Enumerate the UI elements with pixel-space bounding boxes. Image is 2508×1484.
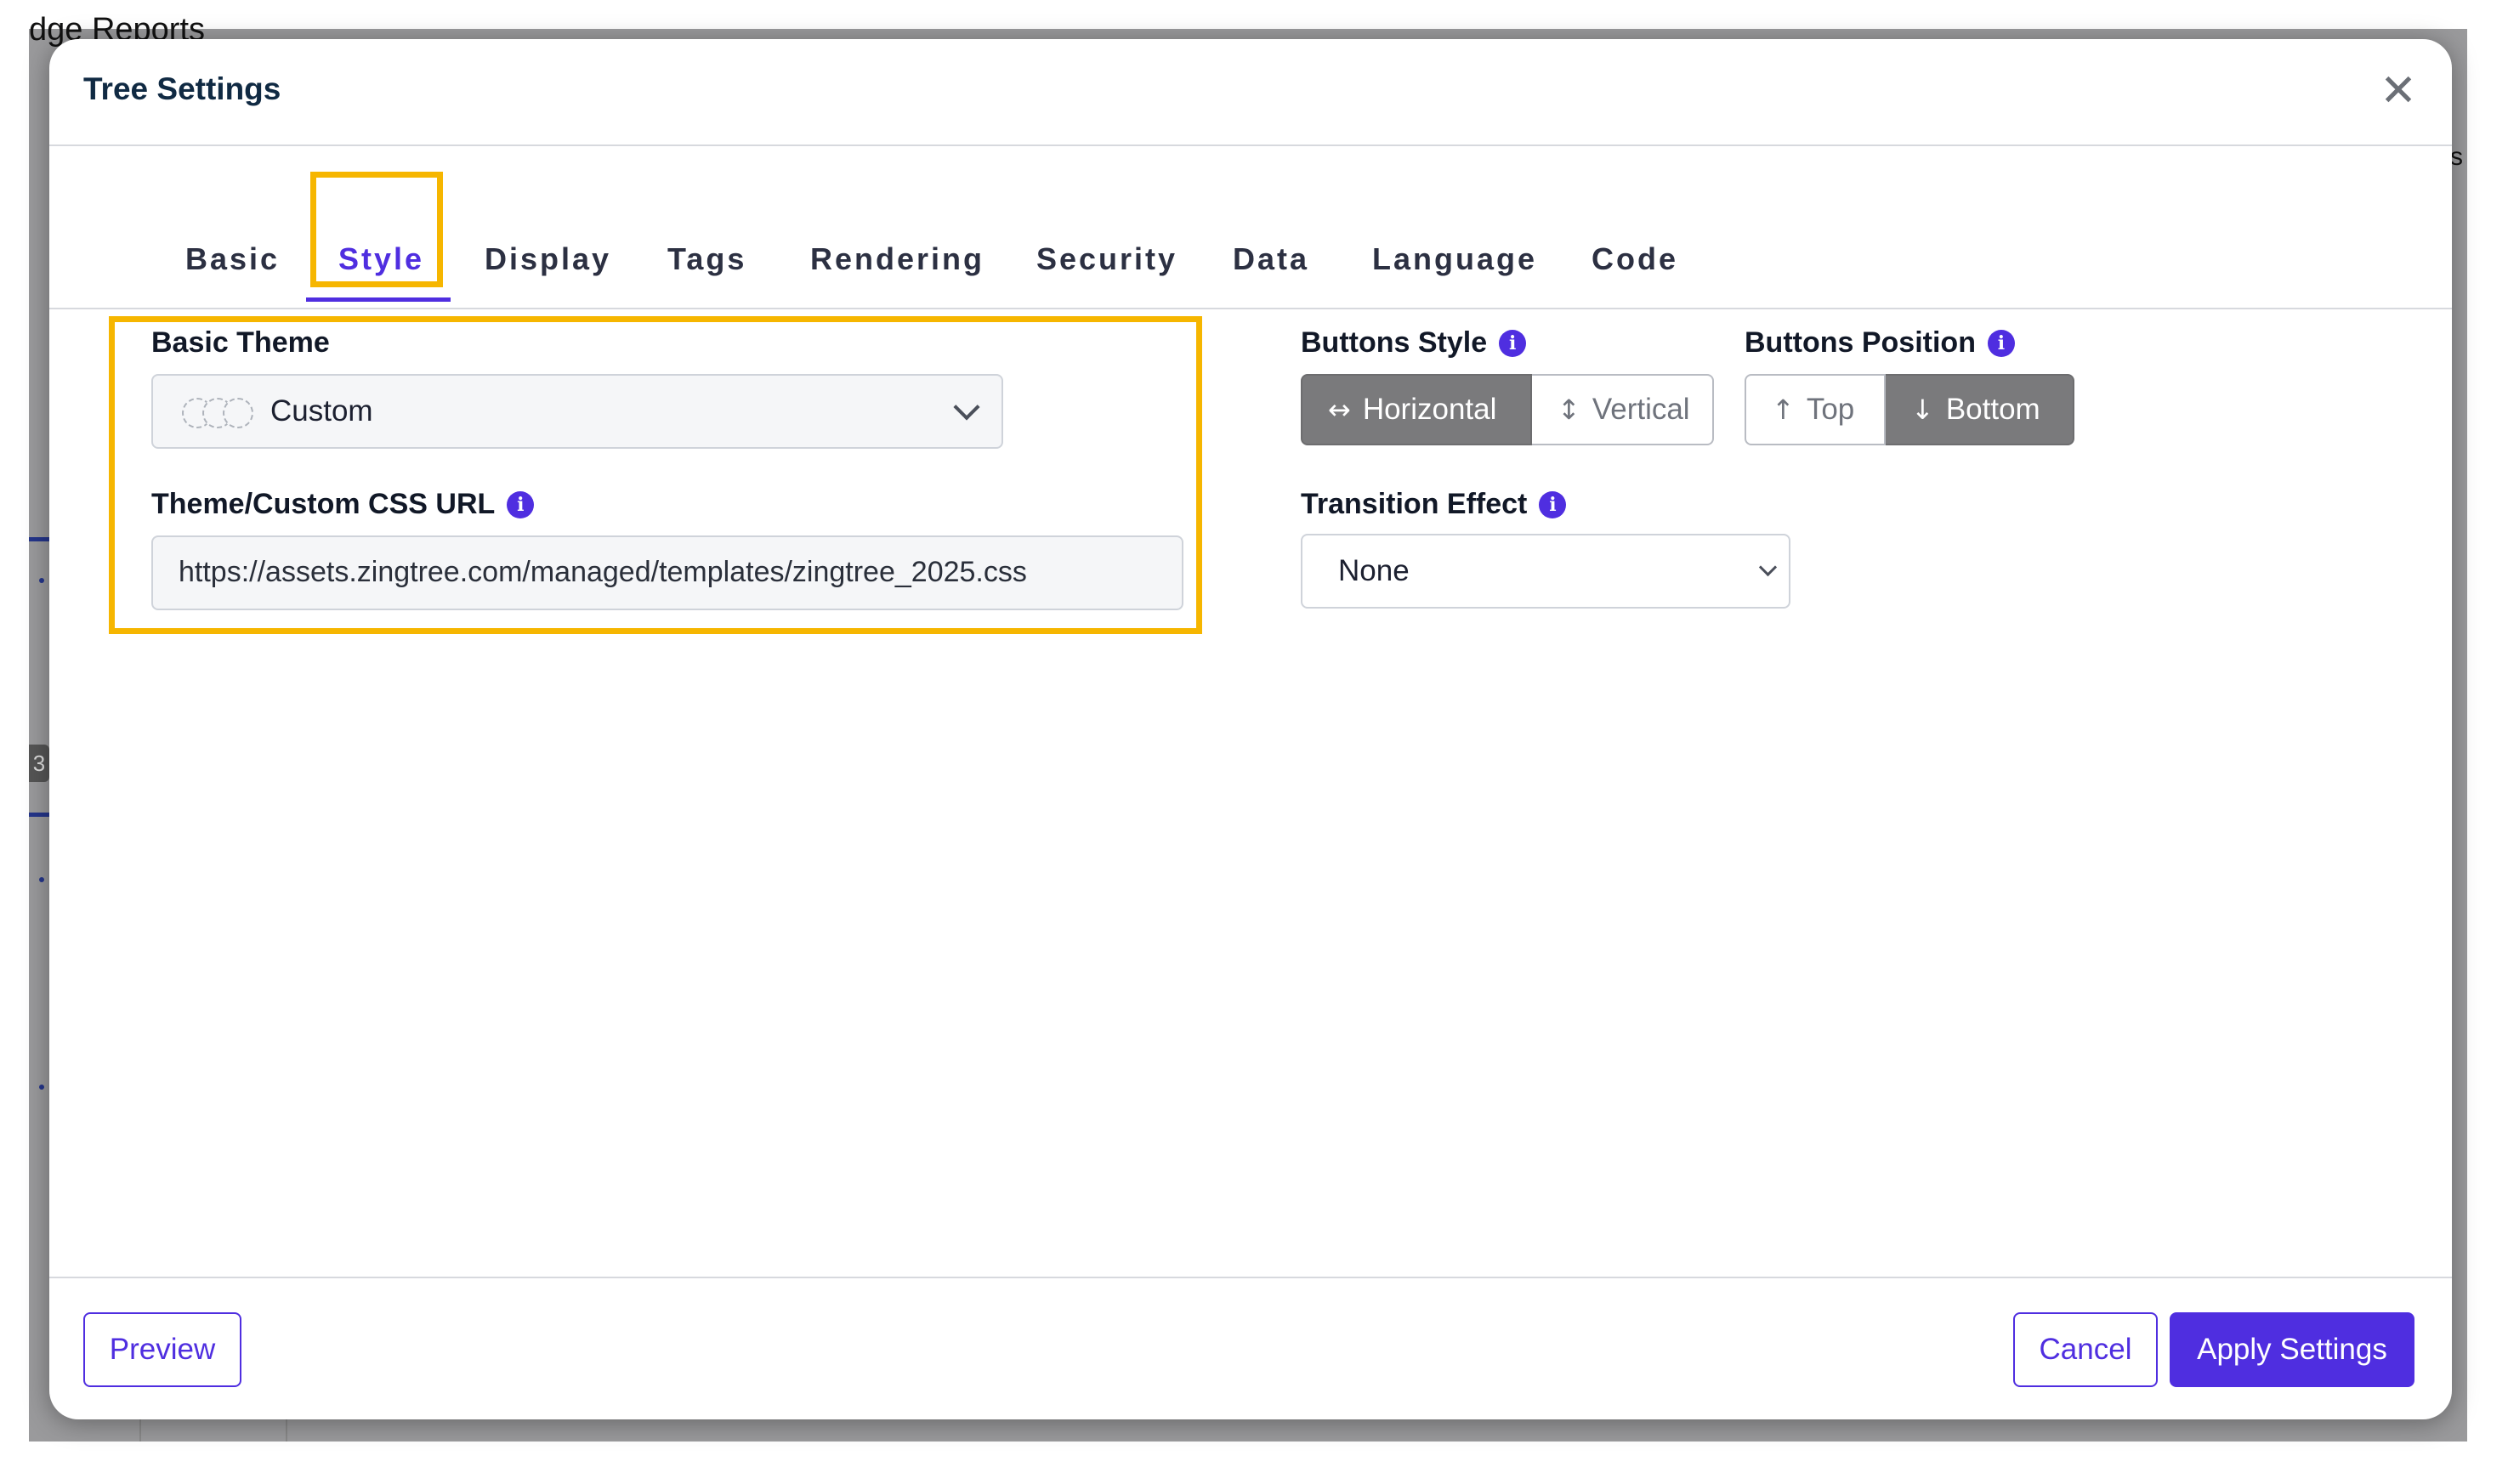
- tab-tags[interactable]: Tags: [667, 241, 746, 277]
- buttons-position-toggle: ↑ Top ↓ Bottom: [1745, 374, 2074, 445]
- background-divider: [29, 537, 49, 541]
- horizontal-arrows-icon: ↔: [1328, 394, 1351, 426]
- close-icon[interactable]: ✕: [2377, 69, 2420, 113]
- css-url-label: Theme/Custom CSS URL i: [151, 488, 535, 521]
- info-icon[interactable]: i: [507, 491, 535, 518]
- active-tab-indicator: [306, 297, 451, 302]
- top-option-label: Top: [1806, 393, 1855, 426]
- transition-effect-select[interactable]: None: [1301, 534, 1790, 609]
- arrow-up-icon: ↑: [1772, 394, 1795, 426]
- transition-effect-value: None: [1338, 554, 1410, 587]
- tab-security[interactable]: Security: [1036, 241, 1177, 277]
- preview-button[interactable]: Preview: [83, 1312, 241, 1387]
- background-badge: 3: [29, 745, 49, 782]
- buttons-position-label-text: Buttons Position: [1745, 326, 1976, 359]
- horizontal-option-label: Horizontal: [1362, 393, 1497, 426]
- tab-display[interactable]: Display: [485, 241, 611, 277]
- apply-settings-button[interactable]: Apply Settings: [2170, 1312, 2414, 1387]
- tree-settings-modal: Tree Settings ✕ Basic Style Display Tags…: [49, 39, 2452, 1419]
- tab-basic[interactable]: Basic: [185, 241, 280, 277]
- info-icon[interactable]: i: [1539, 491, 1567, 518]
- buttons-style-label: Buttons Style i: [1301, 326, 1527, 360]
- basic-theme-select[interactable]: Custom: [151, 374, 1003, 449]
- horizontal-option-button[interactable]: ↔ Horizontal: [1301, 374, 1532, 445]
- chevron-down-icon: [1758, 558, 1778, 577]
- tab-rendering[interactable]: Rendering: [810, 241, 984, 277]
- transition-effect-label-text: Transition Effect: [1301, 488, 1528, 520]
- info-icon[interactable]: i: [1499, 330, 1527, 357]
- chevron-down-icon: [953, 394, 980, 421]
- tab-language[interactable]: Language: [1372, 241, 1537, 277]
- background-divider: [29, 813, 49, 817]
- buttons-style-label-text: Buttons Style: [1301, 326, 1488, 359]
- transition-effect-label: Transition Effect i: [1301, 488, 1567, 521]
- buttons-style-toggle: ↔ Horizontal ↕ Vertical: [1301, 374, 1714, 445]
- background-bullet: [39, 877, 44, 882]
- css-url-input[interactable]: https://assets.zingtree.com/managed/temp…: [151, 535, 1183, 610]
- top-option-button[interactable]: ↑ Top: [1745, 374, 1886, 445]
- bottom-option-button[interactable]: ↓ Bottom: [1886, 374, 2074, 445]
- cancel-button[interactable]: Cancel: [2013, 1312, 2158, 1387]
- modal-header: Tree Settings ✕: [49, 39, 2452, 146]
- vertical-option-label: Vertical: [1592, 393, 1690, 426]
- basic-theme-value: Custom: [270, 394, 373, 428]
- theme-preview-icon: [182, 398, 258, 430]
- bottom-option-label: Bottom: [1945, 393, 2040, 426]
- info-icon[interactable]: i: [1987, 330, 2015, 357]
- arrow-down-icon: ↓: [1911, 394, 1934, 426]
- css-url-label-text: Theme/Custom CSS URL: [151, 488, 496, 520]
- tab-style[interactable]: Style: [338, 241, 424, 277]
- tab-code[interactable]: Code: [1592, 241, 1678, 277]
- background-edge-text: s: [2450, 143, 2463, 171]
- modal-title: Tree Settings: [83, 71, 281, 106]
- vertical-option-button[interactable]: ↕ Vertical: [1532, 374, 1714, 445]
- buttons-position-label: Buttons Position i: [1745, 326, 2015, 360]
- basic-theme-label: Basic Theme: [151, 326, 330, 359]
- vertical-arrows-icon: ↕: [1558, 394, 1580, 426]
- tab-data[interactable]: Data: [1233, 241, 1309, 277]
- modal-footer: Preview Cancel Apply Settings: [49, 1277, 2452, 1419]
- background-bullet: [39, 578, 44, 583]
- settings-tabs: Basic Style Display Tags Rendering Secur…: [49, 146, 2452, 309]
- background-bullet: [39, 1085, 44, 1090]
